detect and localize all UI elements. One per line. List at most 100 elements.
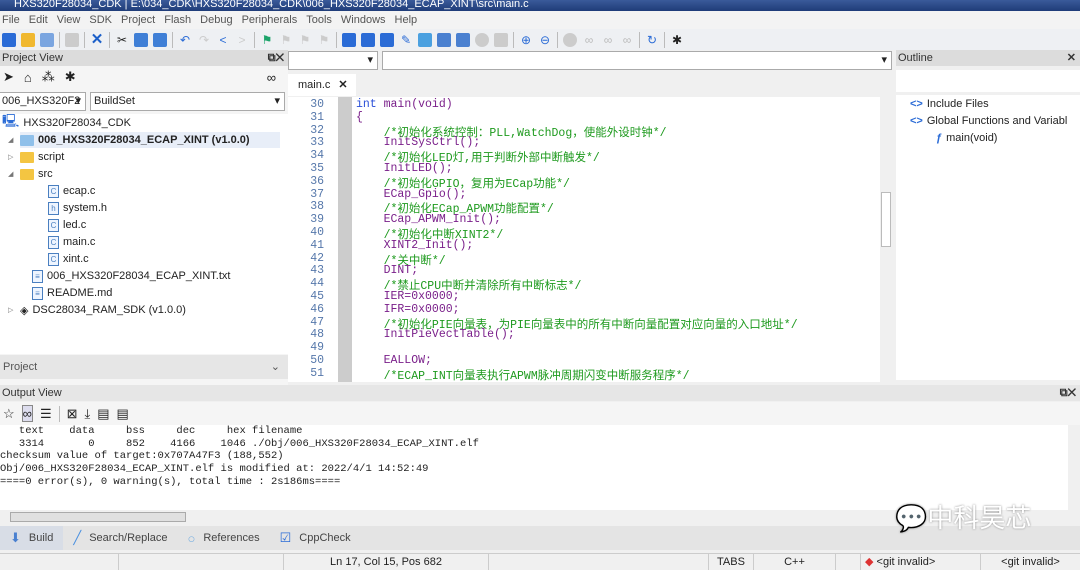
- forward-icon[interactable]: >: [235, 33, 249, 47]
- close-tab-icon[interactable]: ✕: [338, 79, 347, 91]
- chevron-down-icon[interactable]: ⌄: [271, 355, 280, 379]
- tree-item[interactable]: Cled.c: [48, 217, 86, 233]
- outline-item[interactable]: ƒ main(void): [936, 130, 997, 146]
- home-icon[interactable]: ⌂: [24, 70, 32, 85]
- save-icon[interactable]: [65, 32, 79, 47]
- project-select[interactable]: 006_HXS320F2: [0, 92, 86, 111]
- copy-icon[interactable]: ▤: [97, 406, 109, 422]
- scope-select[interactable]: [288, 51, 378, 70]
- tree-item[interactable]: ▷ ◈ DSC28034_RAM_SDK (v1.0.0): [8, 302, 186, 318]
- star-icon[interactable]: ☆: [3, 406, 15, 422]
- menu-flash[interactable]: Flash: [162, 14, 198, 26]
- menu-file[interactable]: File: [0, 14, 27, 26]
- expanded-arrow-icon[interactable]: ◢: [8, 136, 16, 144]
- new-file-icon[interactable]: [2, 32, 16, 47]
- indent-mode[interactable]: TABS: [708, 554, 753, 570]
- tab-main-c[interactable]: main.c ✕: [288, 74, 356, 96]
- menu-edit[interactable]: Edit: [27, 14, 55, 26]
- paste-icon[interactable]: [153, 32, 167, 47]
- git-status[interactable]: ◆ <git invalid>: [860, 554, 980, 570]
- buildset-select[interactable]: BuildSet: [90, 92, 285, 111]
- package-icon[interactable]: [418, 32, 432, 47]
- menu-view[interactable]: View: [55, 14, 88, 26]
- float-close-icon[interactable]: ⧉✕: [268, 50, 284, 66]
- open-folder-icon[interactable]: [21, 32, 35, 47]
- search-icon[interactable]: [380, 32, 394, 47]
- wrap-icon[interactable]: ☰: [40, 406, 52, 422]
- tab-cppcheck[interactable]: ☑ CppCheck: [270, 526, 361, 550]
- code-line: {: [356, 110, 363, 124]
- menu-tools[interactable]: Tools: [304, 14, 339, 26]
- menu-windows[interactable]: Windows: [339, 14, 393, 26]
- tree-item[interactable]: ≡ 006_HXS320F28034_ECAP_XINT.txt: [32, 268, 230, 284]
- tree-item[interactable]: ≡ README.md: [32, 285, 112, 301]
- menu-sdk[interactable]: SDK: [87, 14, 119, 26]
- save-output-icon[interactable]: ⤓: [85, 406, 91, 422]
- menu-project[interactable]: Project: [119, 14, 162, 26]
- undo-icon[interactable]: ↶: [178, 33, 192, 47]
- zoom-in-icon[interactable]: ⊕: [519, 33, 533, 47]
- tree-item[interactable]: Cxint.c: [48, 251, 89, 267]
- outline-filter-input[interactable]: [896, 70, 1080, 92]
- project-footer[interactable]: Project ⌄: [0, 355, 288, 379]
- bookmark-prev-icon[interactable]: ⚑: [279, 33, 293, 47]
- locate-icon[interactable]: ➤: [3, 69, 14, 85]
- cut-icon[interactable]: ✂: [115, 33, 129, 47]
- network-icon[interactable]: ⁂: [42, 69, 55, 85]
- link-icon[interactable]: ∞: [267, 70, 276, 85]
- tab-build[interactable]: ⬇ Build: [0, 526, 64, 550]
- menu-peripherals[interactable]: Peripherals: [240, 14, 305, 26]
- link-icon[interactable]: ∞: [582, 33, 596, 47]
- save-all-icon[interactable]: [40, 32, 54, 47]
- tree-item[interactable]: ◢ 006_HXS320F28034_ECAP_XINT (v1.0.0): [8, 132, 280, 148]
- bug-icon[interactable]: ✱: [65, 69, 76, 85]
- build-tool-icon[interactable]: ✎: [399, 33, 413, 47]
- vertical-scrollbar[interactable]: [880, 97, 892, 382]
- outline-item[interactable]: <> Global Functions and Variabl: [910, 113, 1067, 129]
- stop-icon[interactable]: [475, 32, 489, 47]
- unlink-icon[interactable]: ∞: [601, 33, 615, 47]
- close-icon[interactable]: ✕: [1067, 50, 1076, 66]
- function-signature: main(void): [383, 98, 453, 111]
- tree-item[interactable]: 🖳 HXS320F28034_CDK: [2, 113, 131, 131]
- menu-debug[interactable]: Debug: [198, 14, 239, 26]
- find-icon[interactable]: [342, 32, 356, 47]
- bookmark-next-icon[interactable]: ⚑: [298, 33, 312, 47]
- code-editor[interactable]: 30 int main(void) 31{32 /*初始化系统控制：PLL,Watc…: [288, 97, 892, 383]
- bookmark-icon[interactable]: ⚑: [260, 33, 274, 47]
- float-close-icon[interactable]: ⧉✕: [1060, 385, 1076, 401]
- flash-icon[interactable]: [437, 32, 451, 47]
- bug-icon[interactable]: ✱: [670, 33, 684, 47]
- attach-icon[interactable]: ∞: [620, 33, 634, 47]
- tree-item[interactable]: ◢ src: [8, 166, 53, 182]
- language-mode[interactable]: C++: [753, 554, 835, 570]
- back-icon[interactable]: <: [216, 33, 230, 47]
- tree-item[interactable]: ▷ script: [8, 149, 64, 165]
- tree-item[interactable]: Cmain.c: [48, 234, 95, 250]
- copy-all-icon[interactable]: ▤: [117, 406, 129, 422]
- outline-item[interactable]: <> Include Files: [910, 96, 989, 112]
- link-icon[interactable]: ∞: [21, 405, 33, 422]
- close-icon[interactable]: ✕: [90, 32, 104, 47]
- collapsed-arrow-icon[interactable]: ▷: [8, 153, 16, 161]
- debug-icon[interactable]: [563, 32, 577, 47]
- clear-icon[interactable]: ⊠: [67, 406, 78, 422]
- copy-icon[interactable]: [134, 32, 148, 47]
- expanded-arrow-icon[interactable]: ◢: [8, 170, 16, 178]
- tree-item[interactable]: h system.h: [48, 200, 107, 216]
- zoom-out-icon[interactable]: ⊖: [538, 33, 552, 47]
- tab-search-replace[interactable]: ╱ Search/Replace: [63, 526, 177, 550]
- menu-help[interactable]: Help: [393, 14, 425, 26]
- symbol-select[interactable]: [382, 51, 892, 70]
- clean-icon[interactable]: [494, 32, 508, 47]
- collapsed-arrow-icon[interactable]: ▷: [8, 306, 16, 314]
- download-icon[interactable]: [456, 32, 470, 47]
- panel-title: Project View: [2, 52, 63, 64]
- bookmark-clear-icon[interactable]: ⚑: [317, 33, 331, 47]
- git-branch[interactable]: <git invalid>: [980, 554, 1080, 570]
- tab-references[interactable]: ○ References: [177, 526, 269, 550]
- redo-icon[interactable]: ↷: [197, 33, 211, 47]
- tree-item[interactable]: Cecap.c: [48, 183, 95, 199]
- refresh-icon[interactable]: ↻: [645, 33, 659, 47]
- find-in-files-icon[interactable]: [361, 32, 375, 47]
